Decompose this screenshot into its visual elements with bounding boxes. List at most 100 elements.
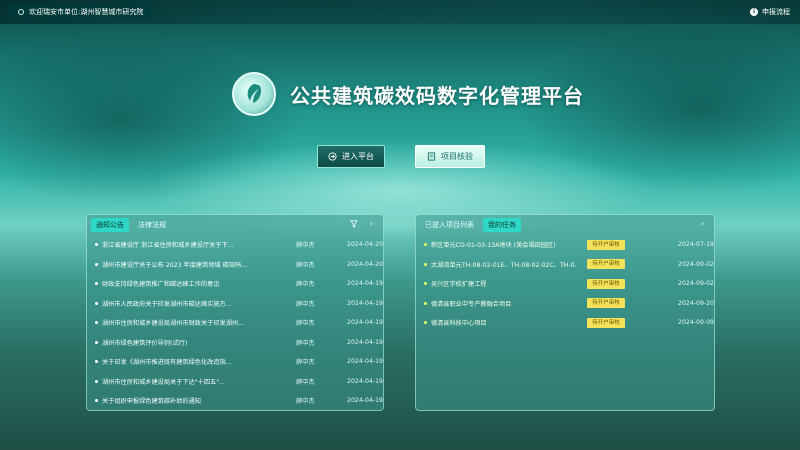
notice-title: 湖州市建设厅关于公布 2023 年度建筑领域 碳效码... bbox=[102, 261, 248, 269]
bullet-icon bbox=[95, 301, 98, 305]
notice-title: 关于印发《湖州市推进既有建筑绿色化改造指... bbox=[102, 359, 232, 367]
task-list: 新区单元CD-01-03-13A地块 (美会福田园区) 待开户审核 2024-07-… bbox=[416, 235, 714, 333]
list-item[interactable]: 湖州市建设厅关于公布 2023 年度建筑领域 碳效码... 薛中杰 2024-04-… bbox=[87, 255, 383, 275]
chevron-right-icon[interactable]: › bbox=[701, 220, 704, 228]
notice-title: 湖州市绿色建筑评价导则(试行) bbox=[102, 339, 188, 347]
chevron-right-icon[interactable]: › bbox=[370, 220, 373, 228]
notice-date: 2024-04-19 bbox=[347, 338, 383, 346]
list-item[interactable]: 关于印发《湖州市推进既有建筑绿色化改造指... 薛中杰 2024-04-19 bbox=[87, 352, 383, 372]
project-check-button[interactable]: 项目核验 bbox=[415, 145, 485, 168]
declare-process-label: 申报流程 bbox=[762, 8, 790, 16]
task-date: 2024-07-19 bbox=[678, 241, 714, 249]
status-badge: 待开户审核 bbox=[587, 317, 625, 328]
status-badge: 待开户审核 bbox=[587, 278, 625, 289]
tab-my-tasks[interactable]: 我的任务 bbox=[483, 218, 521, 232]
notice-date: 2024-04-19 bbox=[347, 280, 383, 288]
task-title: 德清县科技中心项目 bbox=[430, 320, 487, 328]
task-title: 吴兴区学校扩建工程 bbox=[430, 281, 487, 289]
task-date: 2024-09-09 bbox=[678, 319, 714, 327]
bullet-icon bbox=[95, 379, 98, 383]
tab-notices[interactable]: 通知公告 bbox=[91, 218, 129, 232]
notice-title: 财政支持绿色建筑推广和碳达峰工作的意见 bbox=[102, 281, 220, 289]
notice-source: 薛中杰 bbox=[296, 300, 315, 308]
notice-date: 2024-04-20 bbox=[347, 260, 383, 268]
list-item[interactable]: 湖州市人民政府关于印发湖州市碳达峰实施方... 薛中杰 2024-04-19 bbox=[87, 294, 383, 314]
bullet-icon bbox=[424, 301, 427, 305]
notice-title: 湖州市住房和城乡建设局关于下达"十四五"... bbox=[102, 378, 225, 386]
list-item[interactable]: 关于组织申报绿色建筑碳补助的通知 薛中杰 2024-04-19 bbox=[87, 391, 383, 411]
tab-laws[interactable]: 法律法规 bbox=[133, 218, 171, 232]
welcome-text: 欢迎瑞安市单位:湖州智慧城市研究院 bbox=[29, 8, 144, 16]
notice-source: 薛中杰 bbox=[296, 320, 315, 328]
welcome-badge: 欢迎瑞安市单位:湖州智慧城市研究院 bbox=[10, 4, 152, 20]
location-icon bbox=[18, 9, 24, 15]
info-icon: i bbox=[750, 8, 758, 16]
list-item[interactable]: 太湖湾单元TH-08-02-01E、TH-08-02-02C、TH-0... 待开… bbox=[416, 255, 714, 275]
notice-title: 浙江省建设厅 浙江省住房和城乡建设厅关于下... bbox=[102, 242, 234, 250]
list-item[interactable]: 德清县科技中心项目 待开户审核 2024-09-09 bbox=[416, 313, 714, 333]
notice-date: 2024-04-19 bbox=[347, 397, 383, 405]
notice-date: 2024-04-20 bbox=[347, 241, 383, 249]
bullet-icon bbox=[95, 360, 98, 364]
notice-date: 2024-04-19 bbox=[347, 319, 383, 327]
notice-source: 薛中杰 bbox=[296, 281, 315, 289]
task-date: 2024-09-02 bbox=[678, 260, 714, 268]
list-item[interactable]: 湖州市住房和城乡建设局关于下达"十四五"... 薛中杰 2024-04-19 bbox=[87, 372, 383, 392]
status-badge: 待开户审核 bbox=[587, 239, 625, 250]
task-date: 2024-09-02 bbox=[678, 280, 714, 288]
bullet-icon bbox=[424, 282, 427, 286]
bullet-icon bbox=[95, 262, 98, 266]
task-panel: 已提入项目列表 我的任务 › 新区单元CD-01-03-13A地块 (美会福田园… bbox=[415, 214, 715, 411]
task-title: 新区单元CD-01-03-13A地块 (美会福田园区) bbox=[430, 242, 556, 250]
list-item[interactable]: 吴兴区学校扩建工程 待开户审核 2024-09-02 bbox=[416, 274, 714, 294]
bullet-icon bbox=[95, 399, 98, 403]
page-title: 公共建筑碳效码数字化管理平台 bbox=[290, 83, 584, 108]
notice-source: 薛中杰 bbox=[296, 261, 315, 269]
tab-submitted-projects[interactable]: 已提入项目列表 bbox=[420, 218, 479, 232]
status-badge: 待开户审核 bbox=[587, 298, 625, 309]
notice-panel: 通知公告 法律法规 › 浙江省建设厅 浙江省住房和城乡建设厅关于下... 薛中杰 2… bbox=[86, 214, 384, 411]
bullet-icon bbox=[95, 243, 98, 247]
list-item[interactable]: 湖州市绿色建筑评价导则(试行) 薛中杰 2024-04-19 bbox=[87, 333, 383, 353]
notice-date: 2024-04-19 bbox=[347, 377, 383, 385]
notice-title: 湖州市人民政府关于印发湖州市碳达峰实施方... bbox=[102, 300, 232, 308]
platform-logo bbox=[232, 72, 276, 116]
notice-source: 薛中杰 bbox=[296, 378, 315, 386]
notice-list: 浙江省建设厅 浙江省住房和城乡建设厅关于下... 薛中杰 2024-04-20 湖州市… bbox=[87, 235, 383, 411]
bullet-icon bbox=[424, 262, 427, 266]
document-icon bbox=[427, 152, 436, 161]
notice-source: 薛中杰 bbox=[296, 242, 315, 250]
enter-platform-button[interactable]: 进入平台 bbox=[317, 145, 385, 168]
task-panel-tabs: 已提入项目列表 我的任务 › bbox=[416, 215, 714, 235]
notice-source: 薛中杰 bbox=[296, 339, 315, 347]
list-item[interactable]: 德清县职业中专产教融合项目 待开户审核 2024-09-20 bbox=[416, 294, 714, 314]
task-title: 太湖湾单元TH-08-02-01E、TH-08-02-02C、TH-0... bbox=[430, 261, 578, 269]
notice-title: 关于组织申报绿色建筑碳补助的通知 bbox=[102, 398, 201, 406]
top-bar: 欢迎瑞安市单位:湖州智慧城市研究院 i 申报流程 bbox=[0, 0, 800, 24]
list-item[interactable]: 浙江省建设厅 浙江省住房和城乡建设厅关于下... 薛中杰 2024-04-20 bbox=[87, 235, 383, 255]
bullet-icon bbox=[424, 243, 427, 247]
bullet-icon bbox=[95, 282, 98, 286]
filter-icon[interactable] bbox=[349, 220, 358, 228]
bullet-icon bbox=[95, 321, 98, 325]
header: 公共建筑碳效码数字化管理平台 bbox=[232, 72, 584, 116]
notice-panel-tabs: 通知公告 法律法规 › bbox=[87, 215, 383, 235]
leaf-icon bbox=[247, 84, 262, 103]
notice-date: 2024-04-19 bbox=[347, 358, 383, 366]
bullet-icon bbox=[424, 321, 427, 325]
status-badge: 待开户审核 bbox=[587, 259, 625, 270]
notice-source: 薛中杰 bbox=[296, 359, 315, 367]
login-icon bbox=[328, 152, 337, 161]
project-check-label: 项目核验 bbox=[441, 152, 473, 161]
list-item[interactable]: 新区单元CD-01-03-13A地块 (美会福田园区) 待开户审核 2024-07-… bbox=[416, 235, 714, 255]
list-item[interactable]: 湖州市住房和城乡建设局湖州市财政关于印发湖州... 薛中杰 2024-04-19 bbox=[87, 313, 383, 333]
task-title: 德清县职业中专产教融合项目 bbox=[430, 300, 512, 308]
enter-platform-label: 进入平台 bbox=[342, 152, 374, 161]
list-item[interactable]: 财政支持绿色建筑推广和碳达峰工作的意见 薛中杰 2024-04-19 bbox=[87, 274, 383, 294]
notice-source: 薛中杰 bbox=[296, 398, 315, 406]
bullet-icon bbox=[95, 340, 98, 344]
notice-date: 2024-04-19 bbox=[347, 299, 383, 307]
notice-title: 湖州市住房和城乡建设局湖州市财政关于印发湖州... bbox=[102, 320, 245, 328]
declare-process-link[interactable]: i 申报流程 bbox=[750, 7, 790, 17]
task-date: 2024-09-20 bbox=[678, 299, 714, 307]
